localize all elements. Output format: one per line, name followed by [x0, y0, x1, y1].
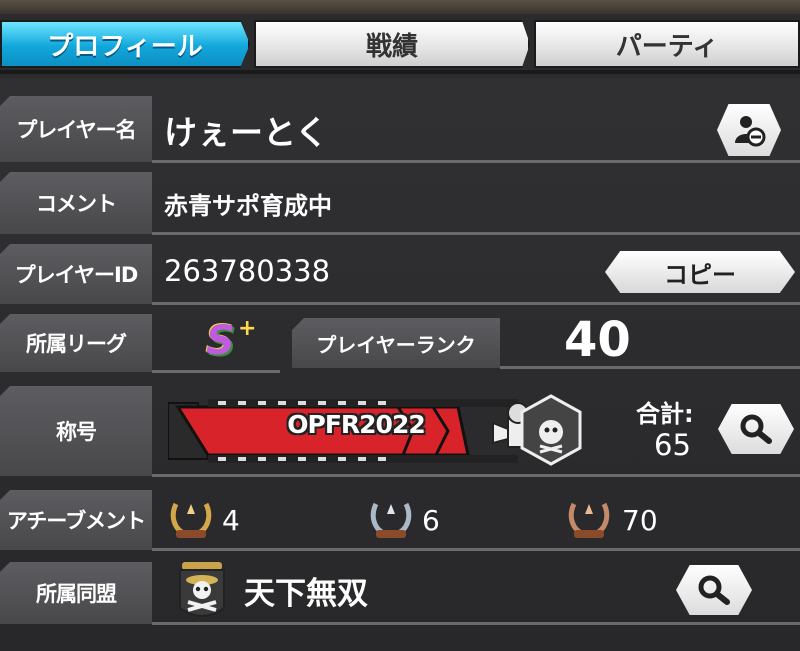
title-label: 称号 [0, 386, 152, 476]
tab-party[interactable]: パーティ [534, 20, 800, 68]
achievement-bronze-count: 70 [622, 504, 658, 537]
profile-block-icon [735, 116, 766, 147]
player-rank-label: プレイヤーランク [292, 318, 500, 368]
row-divider [500, 366, 800, 369]
player-rank-value: 40 [564, 312, 631, 368]
row-divider [152, 370, 280, 373]
tab-profile-label: プロフィール [47, 31, 203, 62]
row-divider [152, 160, 800, 163]
film-reel-icon [516, 392, 586, 468]
achievement-silver-count: 6 [422, 504, 440, 537]
laurel-silver-icon [370, 502, 412, 538]
tab-party-label: パーティ [615, 31, 719, 62]
alliance-name: 天下無双 [244, 576, 368, 612]
player-id-label: プレイヤーID [0, 244, 152, 304]
row-divider [152, 232, 800, 235]
title-search-button[interactable] [718, 404, 794, 454]
laurel-bronze-icon [568, 502, 610, 538]
title-total-label: 合計: [636, 400, 694, 428]
league-label: 所属リーグ [0, 314, 152, 372]
league-badge-icon: S + [206, 316, 257, 364]
laurel-gold-icon [170, 502, 212, 538]
comment-value: 赤青サポ育成中 [164, 192, 332, 220]
tab-divider [0, 70, 800, 74]
top-frame [0, 0, 800, 14]
tab-stats[interactable]: 戦績 [254, 20, 530, 68]
search-icon [740, 414, 772, 444]
tab-profile[interactable]: プロフィール [0, 20, 250, 68]
pirate-flag-icon [179, 562, 225, 617]
copy-id-button[interactable]: コピー [605, 251, 795, 293]
alliance-search-button[interactable] [676, 565, 752, 615]
title-name: OPFR2022 [287, 410, 425, 439]
player-name-value: けぇーとく [164, 113, 329, 152]
alliance-label: 所属同盟 [0, 562, 152, 624]
title-total-value: 65 [654, 428, 691, 462]
search-icon [698, 575, 730, 605]
achievement-gold-count: 4 [222, 504, 240, 537]
copy-label: コピー [664, 260, 736, 289]
player-name-label: プレイヤー名 [0, 96, 152, 162]
row-divider [152, 474, 800, 477]
player-id-value: 263780338 [164, 254, 331, 288]
row-divider [152, 622, 800, 625]
row-divider [152, 548, 800, 551]
tab-stats-label: 戦績 [365, 31, 418, 62]
comment-label: コメント [0, 172, 152, 234]
profile-block-button[interactable] [717, 104, 781, 156]
row-divider [152, 302, 800, 305]
achievement-label: アチーブメント [0, 490, 152, 550]
